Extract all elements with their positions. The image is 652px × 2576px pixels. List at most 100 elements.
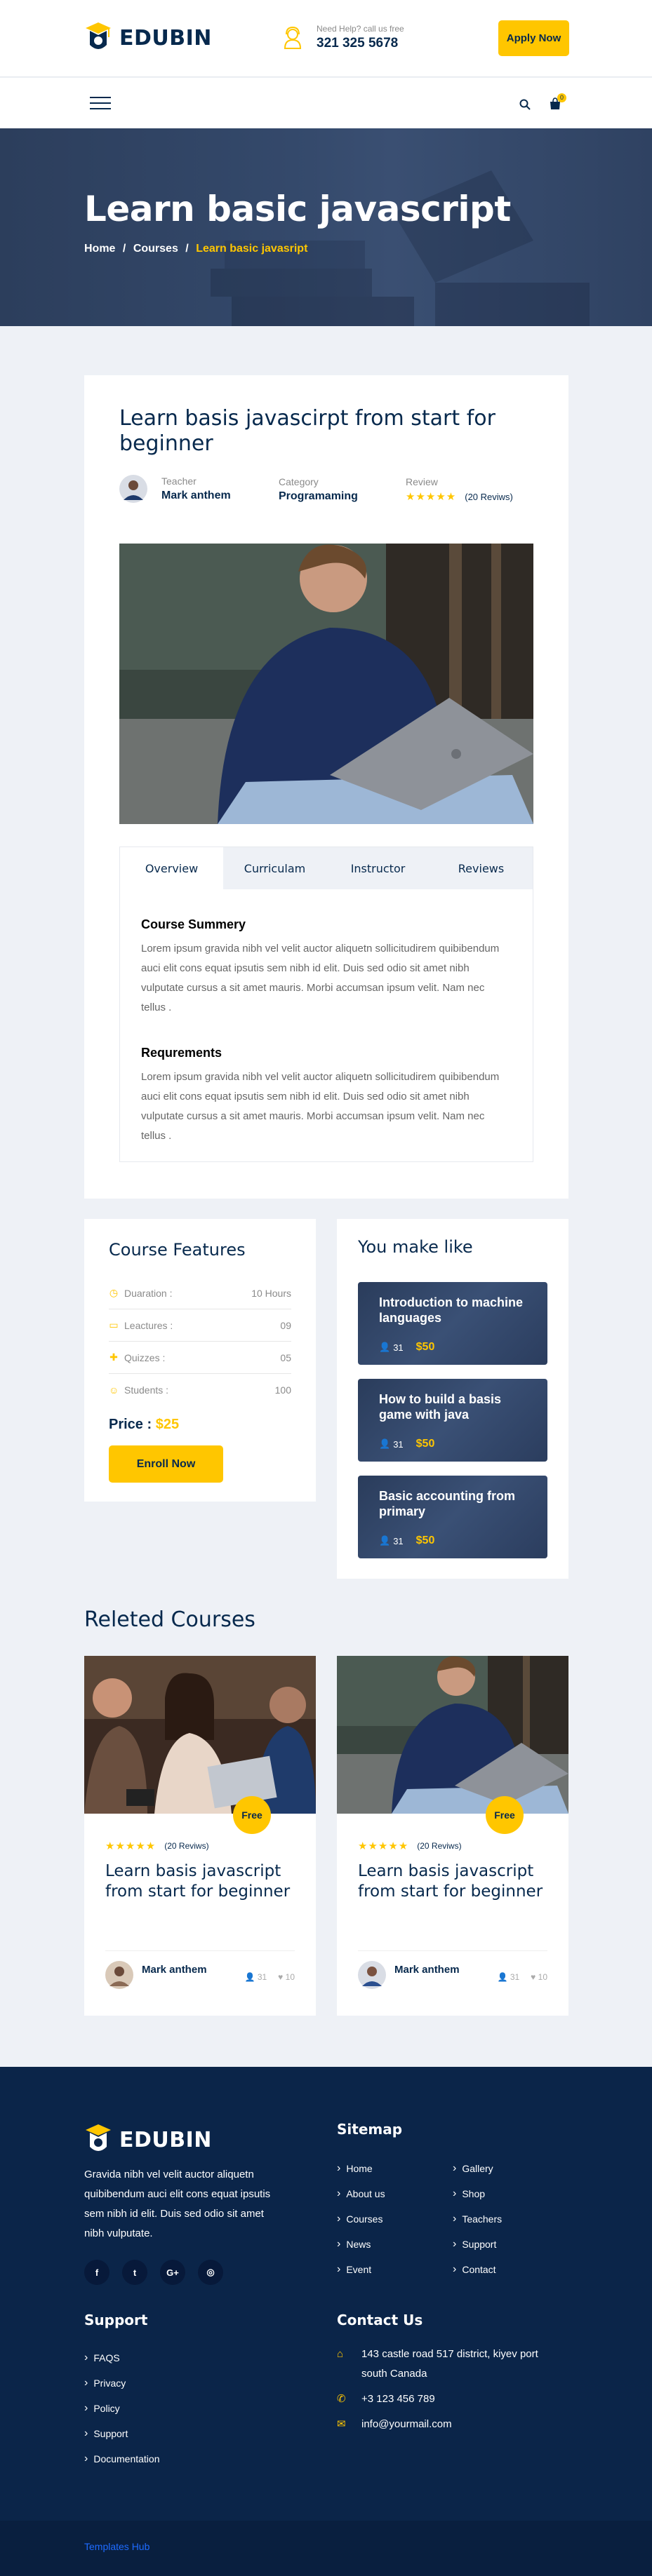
tab-curriculam[interactable]: Curriculam <box>223 847 326 889</box>
email-text[interactable]: info@yourmail.com <box>361 2415 452 2434</box>
requirements-heading: Requrements <box>141 1046 222 1060</box>
support-links: FAQS Privacy Policy Support Documentatio… <box>84 2345 160 2472</box>
footer-link[interactable]: FAQS <box>84 2345 160 2371</box>
address-text: 143 castle road 517 district, kiyev port… <box>361 2348 538 2380</box>
like-title: You make like <box>358 1237 473 1257</box>
logo-icon <box>86 2124 111 2151</box>
search-icon[interactable] <box>519 99 531 110</box>
related-course-card[interactable]: Free ★★★★★ (20 Reviws) Learn basis javasc… <box>337 1656 568 2016</box>
footer-link[interactable]: Support <box>84 2421 160 2446</box>
breadcrumb-home[interactable]: Home <box>84 243 115 255</box>
page-title: Learn basic javascript <box>84 189 511 229</box>
you-make-like-card: You make like Introduction to machine la… <box>337 1219 568 1579</box>
feature-value: 05 <box>280 1351 291 1363</box>
feature-row-students: ☺ Students : 100 <box>109 1374 291 1406</box>
like-count: 10 <box>285 1972 295 1982</box>
footer-logo[interactable]: EDUBIN <box>84 2123 212 2157</box>
phone-text[interactable]: +3 123 456 789 <box>361 2389 435 2409</box>
footer-logo-text: EDUBIN <box>119 2127 212 2152</box>
course-title: Learn basis javascirpt from start for be… <box>119 406 495 456</box>
student-icon: 👤 <box>379 1438 391 1449</box>
review-count: (20 Reviws) <box>164 1841 209 1851</box>
contact-address: ⌂ 143 castle road 517 district, kiyev por… <box>337 2345 568 2384</box>
student-count: 31 <box>510 1972 520 1982</box>
tab-reviews[interactable]: Reviews <box>430 847 533 889</box>
teacher-avatar <box>119 475 147 503</box>
author-avatar <box>358 1961 386 1989</box>
category-value[interactable]: Programaming <box>279 490 358 503</box>
contact-info: ⌂ 143 castle road 517 district, kiyev por… <box>337 2345 568 2434</box>
logo-icon <box>86 22 111 49</box>
feature-label: Leactures : <box>124 1319 173 1331</box>
feature-label: Students : <box>124 1384 169 1396</box>
help-phone[interactable]: 321 325 5678 <box>317 36 404 51</box>
footer-link[interactable]: Shop <box>453 2181 502 2206</box>
teacher-name[interactable]: Mark anthem <box>161 490 231 502</box>
student-count: 31 <box>257 1972 267 1982</box>
like-course-students: 31 <box>393 1535 404 1546</box>
footer-link[interactable]: News <box>337 2232 385 2257</box>
free-badge: Free <box>233 1796 271 1834</box>
tab-overview[interactable]: Overview <box>120 847 223 889</box>
support-agent-icon <box>284 26 302 49</box>
price-value: $25 <box>155 1417 180 1432</box>
twitter-icon[interactable]: t <box>122 2260 147 2285</box>
google-plus-icon[interactable]: G+ <box>160 2260 185 2285</box>
related-course-title[interactable]: Learn basis javascript from start for be… <box>105 1861 302 1902</box>
footer-link[interactable]: Documentation <box>84 2446 159 2472</box>
breadcrumb-separator: / <box>122 243 126 255</box>
footer-link[interactable]: Policy <box>84 2396 160 2421</box>
copyright-link[interactable]: Templates Hub <box>84 2541 149 2552</box>
cart-button[interactable]: 0 <box>549 93 566 112</box>
feature-row-quizzes: ✚ Quizzes : 05 <box>109 1342 291 1374</box>
help-label: Need Help? call us free <box>317 24 404 34</box>
file-icon: ▭ <box>109 1319 119 1330</box>
teacher-meta: Teacher Mark anthem <box>119 475 231 503</box>
footer-link[interactable]: Support <box>453 2232 502 2257</box>
like-course-item[interactable]: Introduction to machine languages 👤 31 $50 <box>358 1282 547 1365</box>
apply-now-button[interactable]: Apply Now <box>498 20 569 56</box>
breadcrumb-courses[interactable]: Courses <box>133 243 178 255</box>
footer-link[interactable]: Privacy <box>84 2371 160 2396</box>
footer-link[interactable]: Courses <box>337 2206 385 2232</box>
instagram-icon[interactable]: ◎ <box>198 2260 223 2285</box>
hamburger-menu-icon[interactable] <box>90 95 111 111</box>
related-course-title[interactable]: Learn basis javascript from start for be… <box>358 1861 554 1902</box>
top-header: EDUBIN Need Help? call us free 321 325 5… <box>0 0 652 77</box>
user-icon: ☺ <box>109 1384 119 1396</box>
footer-link[interactable]: About us <box>337 2181 385 2206</box>
feature-label: Quizzes : <box>124 1351 166 1363</box>
course-features-card: Course Features ◷ Duaration : 10 Hours ▭ L… <box>84 1219 316 1502</box>
like-course-item[interactable]: Basic accounting from primary 👤 31 $50 <box>358 1476 547 1558</box>
like-course-title: How to build a basis game with java <box>379 1392 502 1422</box>
student-icon: 👤 <box>379 1535 391 1546</box>
help-contact: Need Help? call us free 321 325 5678 <box>279 24 404 51</box>
related-course-card[interactable]: Free ★★★★★ (20 Reviws) Learn basis javasc… <box>84 1656 316 2016</box>
footer-link[interactable]: Teachers <box>453 2206 502 2232</box>
author-name[interactable]: Mark anthem <box>142 1964 207 1976</box>
logo[interactable]: EDUBIN <box>84 21 212 55</box>
course-tabs: Overview Curriculam Instructor Reviews C… <box>119 847 533 1162</box>
like-course-price: $50 <box>415 1341 435 1353</box>
tab-instructor[interactable]: Instructor <box>326 847 430 889</box>
price-label: Price : <box>109 1417 152 1432</box>
category-meta: Category Programaming <box>279 476 358 503</box>
teacher-label: Teacher <box>161 476 197 487</box>
like-course-title: Basic accounting from primary <box>379 1489 516 1518</box>
feature-value: 10 Hours <box>251 1287 291 1299</box>
facebook-icon[interactable]: f <box>84 2260 109 2285</box>
rating-stars: ★★★★★ <box>105 1840 157 1852</box>
footer-link[interactable]: Event <box>337 2257 385 2282</box>
page-banner: Learn basic javascript Home / Courses / … <box>0 128 652 326</box>
footer-link[interactable]: Contact <box>453 2257 502 2282</box>
tab-bar: Overview Curriculam Instructor Reviews <box>120 847 533 889</box>
student-icon: 👤 <box>497 1972 510 1982</box>
enroll-now-button[interactable]: Enroll Now <box>109 1445 223 1483</box>
like-course-item[interactable]: How to build a basis game with java 👤 31 $… <box>358 1379 547 1462</box>
requirements-text: Lorem ipsum gravida nibh vel velit aucto… <box>141 1071 500 1142</box>
author-name[interactable]: Mark anthem <box>394 1964 460 1976</box>
student-laptop-photo <box>337 1656 568 1814</box>
footer-link[interactable]: Home <box>337 2156 385 2181</box>
footer-link[interactable]: Gallery <box>453 2156 502 2181</box>
navbar: 0 <box>0 78 652 128</box>
